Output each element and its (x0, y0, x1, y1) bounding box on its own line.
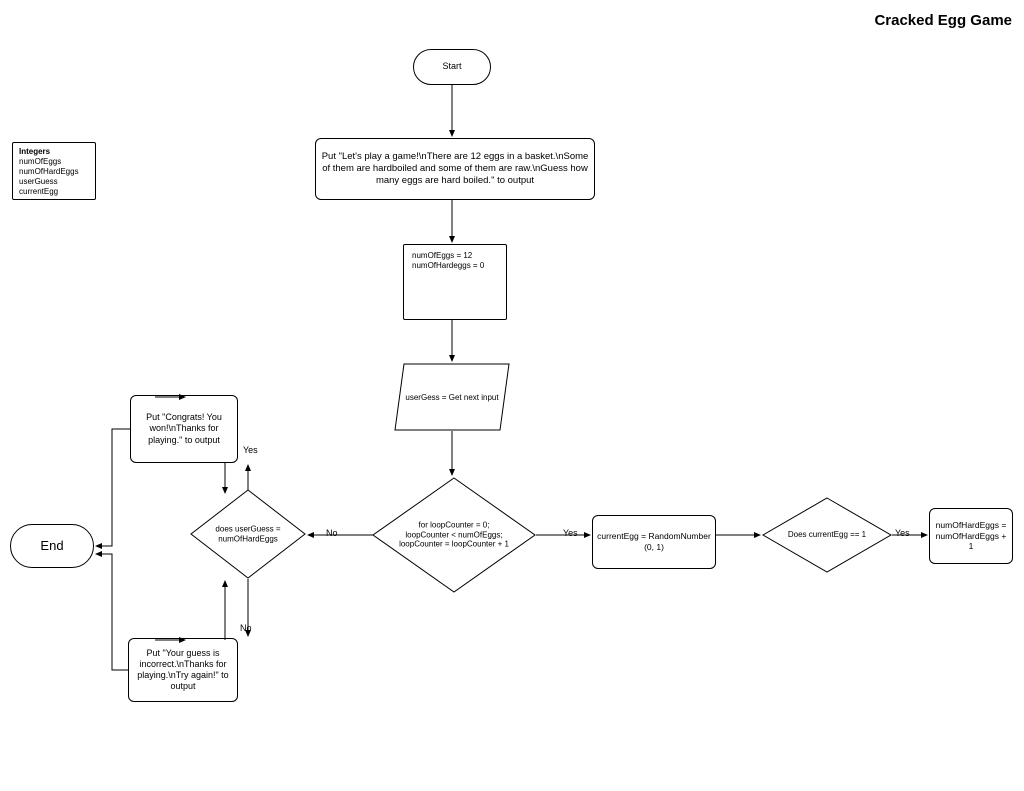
input-node: userGess = Get next input (394, 363, 510, 431)
page-title: Cracked Egg Game (874, 12, 1012, 29)
increment-node: numOfHardEggs = numOfHardEggs + 1 (929, 508, 1013, 564)
label-yes-1: Yes (243, 445, 258, 455)
random-node: currentEgg = RandomNumber (0, 1) (592, 515, 716, 569)
incorrect-node: Put "Your guess is incorrect.\nThanks fo… (128, 638, 238, 702)
guess-decision-label: does userGuess = numOfHardEggs (190, 524, 306, 543)
assign-node: numOfEggs = 12 numOfHardeggs = 0 (403, 244, 507, 320)
vars-line1: numOfEggs (19, 157, 79, 167)
intro-output-node: Put "Let's play a game!\nThere are 12 eg… (315, 138, 595, 200)
loop-decision-label: for loopCounter = 0; loopCounter < numOf… (372, 521, 536, 550)
congrats-node: Put "Congrats! You won!\nThanks for play… (130, 395, 238, 463)
label-no-2: No (326, 528, 338, 538)
input-label: userGess = Get next input (394, 393, 510, 402)
loop-decision: for loopCounter = 0; loopCounter < numOf… (372, 477, 536, 593)
egg-decision: Does currentEgg == 1 (762, 497, 892, 573)
vars-line2: numOfHardEggs (19, 167, 79, 177)
vars-header: Integers (19, 147, 79, 157)
vars-line4: currentEgg (19, 187, 79, 197)
vars-box: Integers numOfEggs numOfHardEggs userGue… (12, 142, 96, 200)
end-node: End (10, 524, 94, 568)
start-node: Start (413, 49, 491, 85)
label-no-1: No (240, 623, 252, 633)
label-yes-3: Yes (895, 528, 910, 538)
vars-line3: userGuess (19, 177, 79, 187)
egg-decision-label: Does currentEgg == 1 (762, 530, 892, 540)
label-yes-2: Yes (563, 528, 578, 538)
guess-decision: does userGuess = numOfHardEggs (190, 489, 306, 579)
assign-line2: numOfHardeggs = 0 (412, 261, 484, 271)
assign-line1: numOfEggs = 12 (412, 251, 484, 261)
